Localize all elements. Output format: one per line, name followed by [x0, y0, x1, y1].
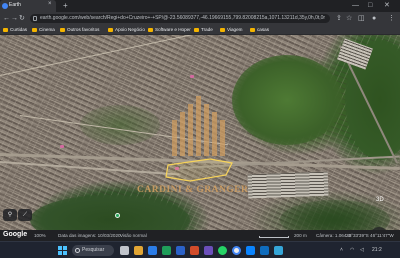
omnibox[interactable]: earth.google.com/web/search/Regi+do+Cruz… — [30, 14, 330, 23]
scale-label: 200 m — [294, 233, 307, 238]
taskbar-search[interactable]: Pesquisar — [72, 245, 114, 256]
photos-icon[interactable] — [274, 246, 283, 255]
teams-icon[interactable] — [204, 246, 213, 255]
bookmark-item[interactable]: Viagem — [220, 26, 243, 34]
reload-icon[interactable]: ↻ — [19, 14, 25, 23]
powerpoint-icon[interactable] — [190, 246, 199, 255]
store-icon[interactable] — [260, 246, 269, 255]
company-logo-icon — [172, 96, 225, 156]
close-tab-icon[interactable]: × — [48, 1, 52, 7]
folder-icon — [250, 28, 255, 32]
windows-start-icon[interactable] — [58, 246, 67, 255]
chrome-icon[interactable] — [232, 246, 241, 255]
folder-icon — [108, 28, 113, 32]
maximize-icon[interactable]: □ — [368, 0, 372, 12]
bookmark-item[interactable]: Cinema — [32, 26, 55, 34]
zoom-level: 100% — [34, 233, 46, 238]
bookmark-item[interactable]: Outros favoritos — [60, 26, 99, 34]
task-view-icon[interactable] — [120, 246, 129, 255]
close-window-icon[interactable]: ✕ — [384, 0, 390, 12]
url-text[interactable]: earth.google.com/web/search/Regi+do+Cruz… — [40, 15, 325, 22]
star-icon[interactable]: ☆ — [346, 14, 352, 23]
folder-icon — [60, 28, 65, 32]
bookmark-item[interactable]: Apoio Negócio — [108, 26, 145, 34]
bookmark-item[interactable]: casas — [250, 26, 269, 34]
measure-path-button[interactable]: ⟋ — [18, 209, 32, 221]
bookmark-item[interactable]: Curtidas — [3, 26, 27, 34]
whatsapp-icon[interactable] — [218, 246, 227, 255]
google-logo: Google — [3, 231, 28, 238]
lock-icon — [33, 16, 37, 21]
extensions-icon[interactable]: ◫ — [358, 14, 365, 23]
word-icon[interactable] — [176, 246, 185, 255]
tab-title: Earth — [9, 2, 21, 8]
file-explorer-icon[interactable] — [134, 246, 143, 255]
bookmark-item[interactable]: Software e Hoper — [148, 26, 191, 34]
earth-status-bar: Google 100% Data das imagens: 10/03/2020… — [0, 230, 400, 241]
google-earth-icon — [2, 3, 8, 9]
share-icon[interactable]: ⇪ — [336, 14, 342, 23]
tab-bar: Earth × + — □ ✕ — [0, 0, 400, 12]
location-pin-icon[interactable] — [115, 213, 120, 218]
profile-icon[interactable]: ● — [372, 14, 376, 23]
bookmarks-bar: Curtidas Cinema Outros favoritos Apoio N… — [0, 25, 400, 35]
folder-icon — [194, 28, 199, 32]
tray-chevron-icon[interactable]: ˄ — [340, 246, 343, 255]
tab-earth[interactable]: Earth × — [0, 0, 56, 12]
3d-view-button[interactable]: 3D — [376, 197, 384, 203]
watermark-text: CARDINI & GRANGER — [137, 185, 249, 195]
scale-bar — [259, 236, 289, 238]
bookmark-item[interactable]: Trade — [194, 26, 213, 34]
wifi-icon[interactable]: ◠ — [350, 246, 354, 255]
new-tab-button[interactable]: + — [63, 0, 68, 12]
folder-icon — [148, 28, 153, 32]
folder-icon — [3, 28, 8, 32]
forward-icon[interactable]: → — [11, 14, 18, 23]
place-marker-button[interactable]: ⚲ — [3, 209, 17, 221]
search-icon — [75, 248, 80, 253]
volume-icon[interactable]: ◁ — [360, 246, 364, 255]
outlook-icon[interactable] — [148, 246, 157, 255]
coordinates: 23°33'39"S 46°11'47"W — [346, 233, 394, 238]
back-icon[interactable]: ← — [3, 14, 10, 23]
excel-icon[interactable] — [162, 246, 171, 255]
satellite-map[interactable]: CARDINI & GRANGER ⚲ ⟋ N 3D − + ♙ — [0, 35, 400, 230]
view-mode: Visão normal — [120, 233, 147, 238]
folder-icon — [32, 28, 37, 32]
address-bar: ← → ↻ earth.google.com/web/search/Regi+d… — [0, 12, 400, 25]
menu-icon[interactable]: ⋮ — [388, 14, 395, 23]
minimize-icon[interactable]: — — [352, 0, 359, 12]
clock[interactable]: 21:2 — [372, 246, 382, 255]
folder-icon — [220, 28, 225, 32]
imagery-date: Data das imagens: 10/03/2020 — [58, 233, 121, 238]
edge-icon[interactable] — [246, 246, 255, 255]
taskbar: Pesquisar ˄ ◠ ◁ 21:2 — [0, 241, 400, 258]
